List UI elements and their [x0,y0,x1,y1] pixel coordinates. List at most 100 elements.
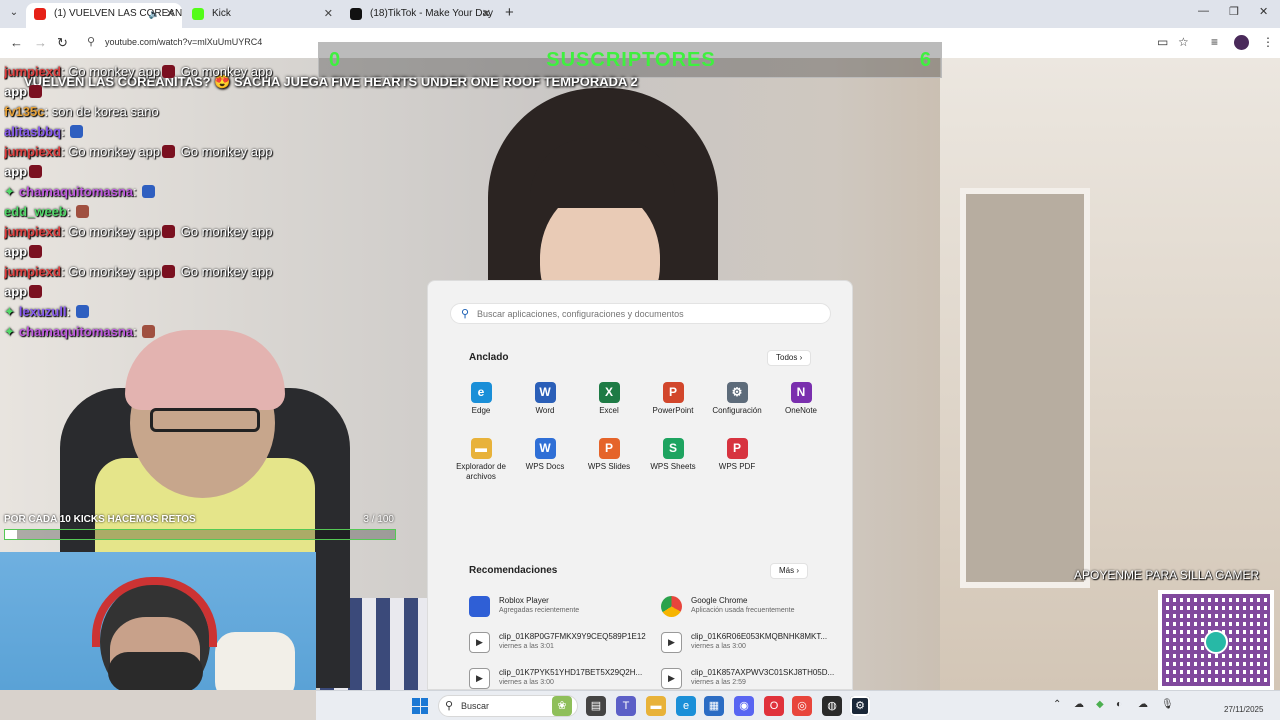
tab-title: (1) VUELVEN LAS COREAN [54,8,182,19]
pinned-app[interactable]: S WPS Sheets [641,438,705,472]
media-control-icon[interactable]: ≡ [1211,35,1218,49]
chrome-icon[interactable]: ◎ [792,696,812,716]
close-window-icon[interactable]: ✕ [1259,5,1268,18]
all-apps-button[interactable]: Todos › [767,350,812,366]
start-search-input[interactable] [477,307,817,321]
chat-username[interactable]: jumpiexd [4,144,61,159]
opera-icon[interactable]: O [764,696,784,716]
pinned-title: Anclado [469,352,509,363]
pinned-app[interactable]: e Edge [449,382,513,416]
chat-text: Go monkey app [68,264,161,279]
discord-icon[interactable]: ◉ [734,696,754,716]
background-door [960,188,1090,588]
pinned-app[interactable]: N OneNote [769,382,833,416]
chat-text: Go monkey app [68,224,161,239]
close-tab-icon[interactable]: ✕ [166,3,175,25]
pinned-app[interactable]: ▬ Explorador de archivos [449,438,513,482]
cam-background-person [215,632,295,690]
tray-app-icon-3[interactable]: ◐ [1116,699,1122,710]
pinned-app[interactable]: W Word [513,382,577,416]
onenote-icon: N [790,382,812,403]
chat-emote-icon [29,85,43,98]
tab-tiktok[interactable]: (18)TikTok - Make Your Day ✕ [342,3,498,28]
bookmark-star-icon[interactable]: ☆ [1178,35,1189,49]
tab-kick[interactable]: Kick ✕ [184,3,340,28]
reload-icon[interactable]: ↻ [57,35,68,51]
minimize-icon[interactable]: — [1198,5,1209,17]
chat-username[interactable]: app [4,284,27,299]
pinned-app-label: Excel [599,406,619,415]
subscriber-counter-bar: 0 SUSCRIPTORES 6 [318,42,942,78]
recommended-name: Google Chrome [691,596,748,605]
tab-title: Kick [212,8,231,19]
pinned-app[interactable]: P PowerPoint [641,382,705,416]
recommended-item[interactable]: Roblox Player Agregadas recientemente [469,594,649,620]
chat-username[interactable]: app [4,244,27,259]
taskbar-date[interactable]: 27/11/2025 [1224,705,1263,714]
forward-icon[interactable]: → [34,35,47,50]
chat-username[interactable]: alitasbbq [4,124,61,139]
pinned-app[interactable]: W WPS Docs [513,438,577,472]
chat-emote-icon [29,165,43,178]
chat-username[interactable]: jumpiexd [4,264,61,279]
task-view-icon[interactable]: ▤ [586,696,606,716]
back-icon[interactable]: ← [10,35,23,50]
steam-icon[interactable]: ⚙ [850,696,870,716]
chat-username[interactable]: jumpiexd [4,64,61,79]
file-explorer-icon[interactable]: ▬ [646,696,666,716]
mic-icon[interactable]: 🎙 [1161,699,1174,710]
menu-icon[interactable]: ⋮ [1262,35,1274,49]
cast-icon[interactable]: ▭ [1157,35,1168,49]
folder-icon: ▬ [470,438,492,459]
pinned-app[interactable]: P WPS Slides [577,438,641,472]
close-tab-icon[interactable]: ✕ [482,3,491,25]
chat-username[interactable]: app [4,164,27,179]
recommended-item[interactable]: ▶ clip_01K857AXPWV3C01SKJ8TH05D... viernes… [661,666,841,689]
chat-emote-icon [162,225,176,238]
more-button[interactable]: Más › [770,563,808,579]
chat-username[interactable]: chamaquitomasna [19,184,133,199]
video-file-icon: ▶ [661,668,682,689]
tray-app-icon-2[interactable]: ◆ [1096,699,1104,710]
pinned-app-label: WPS Sheets [650,462,696,471]
chat-username[interactable]: lexuzull [19,304,67,319]
wps-slides-icon: P [598,438,620,459]
recommended-item[interactable]: ▶ clip_01K6R06E053KMQBNHK8MKT... viernes a… [661,630,841,656]
chat-message: app [4,82,314,102]
recommended-item[interactable]: ▶ clip_01K8P0G7FMKX9Y9CEQ589P1E12 viernes … [469,630,649,656]
tab-search-icon[interactable]: ⌄ [6,5,22,21]
obs-icon[interactable]: ◍ [822,696,842,716]
chat-username[interactable]: edd_weeb [4,204,67,219]
tab-youtube[interactable]: (1) VUELVEN LAS COREAN 🔈 ✕ [26,3,182,28]
profile-avatar[interactable] [1234,35,1249,50]
close-tab-icon[interactable]: ✕ [324,3,333,25]
site-info-icon[interactable]: ⚲ [87,35,95,48]
recommended-item[interactable]: ▶ clip_01K7PYK51YHD17BET5X29Q2H... viernes… [469,666,649,689]
chat-username[interactable]: fv135c [4,104,44,119]
tray-overflow-icon[interactable]: ⌃ [1053,699,1061,710]
pinned-app[interactable]: P WPS PDF [705,438,769,472]
taskbar: ⚲ Buscar ❀ ▤ T ▬ e ▦ ◉ O ◎ ◍ ⚙ ⌃ ☁ ◆ ◐ ☁ 🎙 27/11/2… [316,690,1280,720]
teams-icon[interactable]: T [616,696,636,716]
edge-icon[interactable]: e [676,696,696,716]
store-icon[interactable]: ▦ [704,696,724,716]
speaker-icon[interactable]: 🔈 [149,3,160,25]
new-tab-button[interactable]: + [505,4,514,21]
restore-icon[interactable]: ❐ [1229,5,1239,18]
chat-username[interactable]: app [4,84,27,99]
chat-username[interactable]: chamaquitomasna [19,324,133,339]
pinned-app[interactable]: ⚙ Configuración [705,382,769,416]
chat-username[interactable]: jumpiexd [4,224,61,239]
chat-text: Go monkey app [177,64,273,79]
windows-start-icon[interactable] [412,698,428,714]
chat-emote-icon [70,125,84,138]
recommended-subtitle: viernes a las 3:01 [499,643,554,650]
pinned-app-label: Edge [471,406,491,415]
pinned-app[interactable]: X Excel [577,382,641,416]
tray-app-icon[interactable]: ☁ [1074,699,1084,710]
onedrive-icon[interactable]: ☁ [1138,699,1148,710]
start-search-box[interactable]: ⚲ [450,303,831,324]
widgets-icon[interactable]: ❀ [552,696,572,716]
recommended-item[interactable]: Google Chrome Aplicación usada frecuentem… [661,594,841,620]
goal-progress-fill [5,530,17,539]
